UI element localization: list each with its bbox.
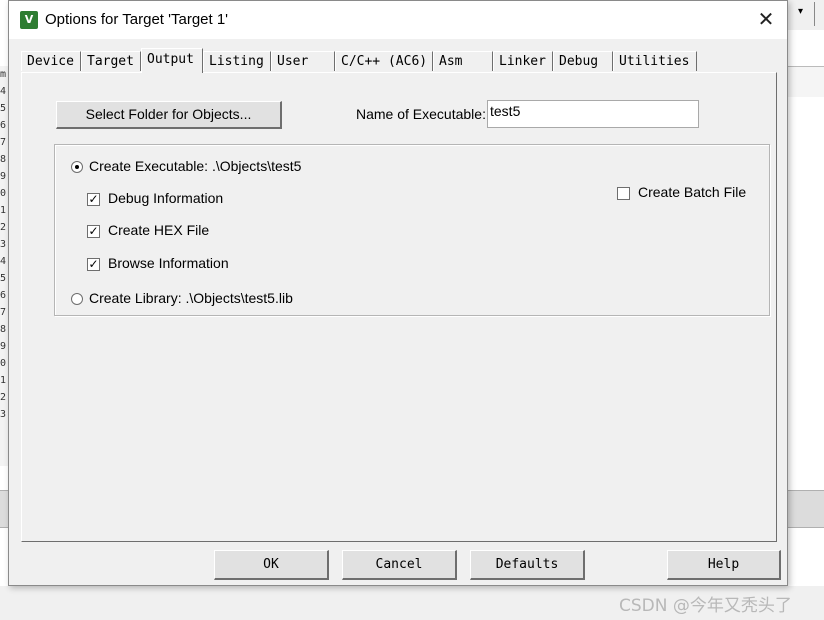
create-batch-checkbox[interactable] bbox=[617, 186, 630, 200]
tab-linker[interactable]: Linker bbox=[493, 51, 553, 71]
create-executable-option[interactable]: Create Executable: .\Objects\test5 bbox=[71, 158, 301, 174]
browse-information-option[interactable]: ✓ Browse Information bbox=[87, 255, 229, 271]
browse-information-checkbox[interactable]: ✓ bbox=[87, 257, 100, 271]
output-tab-panel: Select Folder for Objects... Name of Exe… bbox=[21, 72, 777, 542]
debug-information-checkbox[interactable]: ✓ bbox=[87, 192, 100, 206]
create-executable-radio[interactable] bbox=[71, 161, 83, 174]
name-of-executable-label: Name of Executable: bbox=[356, 106, 486, 122]
create-batch-option[interactable]: Create Batch File bbox=[617, 184, 746, 200]
dialog-titlebar[interactable]: V Options for Target 'Target 1' ✕ bbox=[9, 1, 787, 39]
create-library-option[interactable]: Create Library: .\Objects\test5.lib bbox=[71, 290, 293, 306]
tab-listing[interactable]: Listing bbox=[203, 51, 271, 71]
defaults-button[interactable]: Defaults bbox=[470, 550, 585, 580]
name-of-executable-input[interactable]: test5 bbox=[487, 100, 699, 128]
cancel-button[interactable]: Cancel bbox=[342, 550, 457, 580]
create-hex-label: Create HEX File bbox=[108, 222, 210, 238]
tab-user[interactable]: User bbox=[271, 51, 335, 71]
create-hex-checkbox[interactable]: ✓ bbox=[87, 224, 100, 238]
close-icon[interactable]: ✕ bbox=[753, 7, 779, 33]
browse-information-label: Browse Information bbox=[108, 255, 229, 271]
ok-button[interactable]: OK bbox=[214, 550, 329, 580]
toolbar-separator bbox=[814, 2, 815, 26]
background-panel bbox=[788, 66, 824, 97]
tab-device[interactable]: Device bbox=[21, 51, 81, 71]
options-dialog: V Options for Target 'Target 1' ✕ Device… bbox=[8, 0, 788, 586]
select-folder-button[interactable]: Select Folder for Objects... bbox=[56, 101, 282, 129]
csdn-watermark: CSDN @今年又秃头了 bbox=[619, 596, 792, 616]
create-hex-option[interactable]: ✓ Create HEX File bbox=[87, 222, 209, 238]
create-library-label: Create Library: .\Objects\test5.lib bbox=[89, 290, 293, 306]
output-options-group: Create Executable: .\Objects\test5 ✓ Debu… bbox=[54, 144, 770, 316]
create-executable-label: Create Executable: .\Objects\test5 bbox=[89, 158, 302, 174]
tab-target[interactable]: Target bbox=[81, 51, 141, 71]
tab-c-cpp[interactable]: C/C++ (AC6) bbox=[335, 51, 433, 71]
dialog-title: Options for Target 'Target 1' bbox=[45, 11, 229, 28]
tab-asm[interactable]: Asm bbox=[433, 51, 493, 71]
background-toolbar: ▾ bbox=[788, 0, 824, 30]
help-button[interactable]: Help bbox=[667, 550, 781, 580]
tab-output[interactable]: Output bbox=[141, 48, 203, 73]
chevron-down-icon[interactable]: ▾ bbox=[798, 6, 803, 17]
debug-information-option[interactable]: ✓ Debug Information bbox=[87, 190, 223, 206]
debug-information-label: Debug Information bbox=[108, 190, 224, 206]
keil-app-icon: V bbox=[20, 11, 38, 29]
create-library-radio[interactable] bbox=[71, 293, 83, 306]
tab-debug[interactable]: Debug bbox=[553, 51, 613, 71]
create-batch-label: Create Batch File bbox=[638, 184, 747, 200]
tab-utilities[interactable]: Utilities bbox=[613, 51, 697, 71]
